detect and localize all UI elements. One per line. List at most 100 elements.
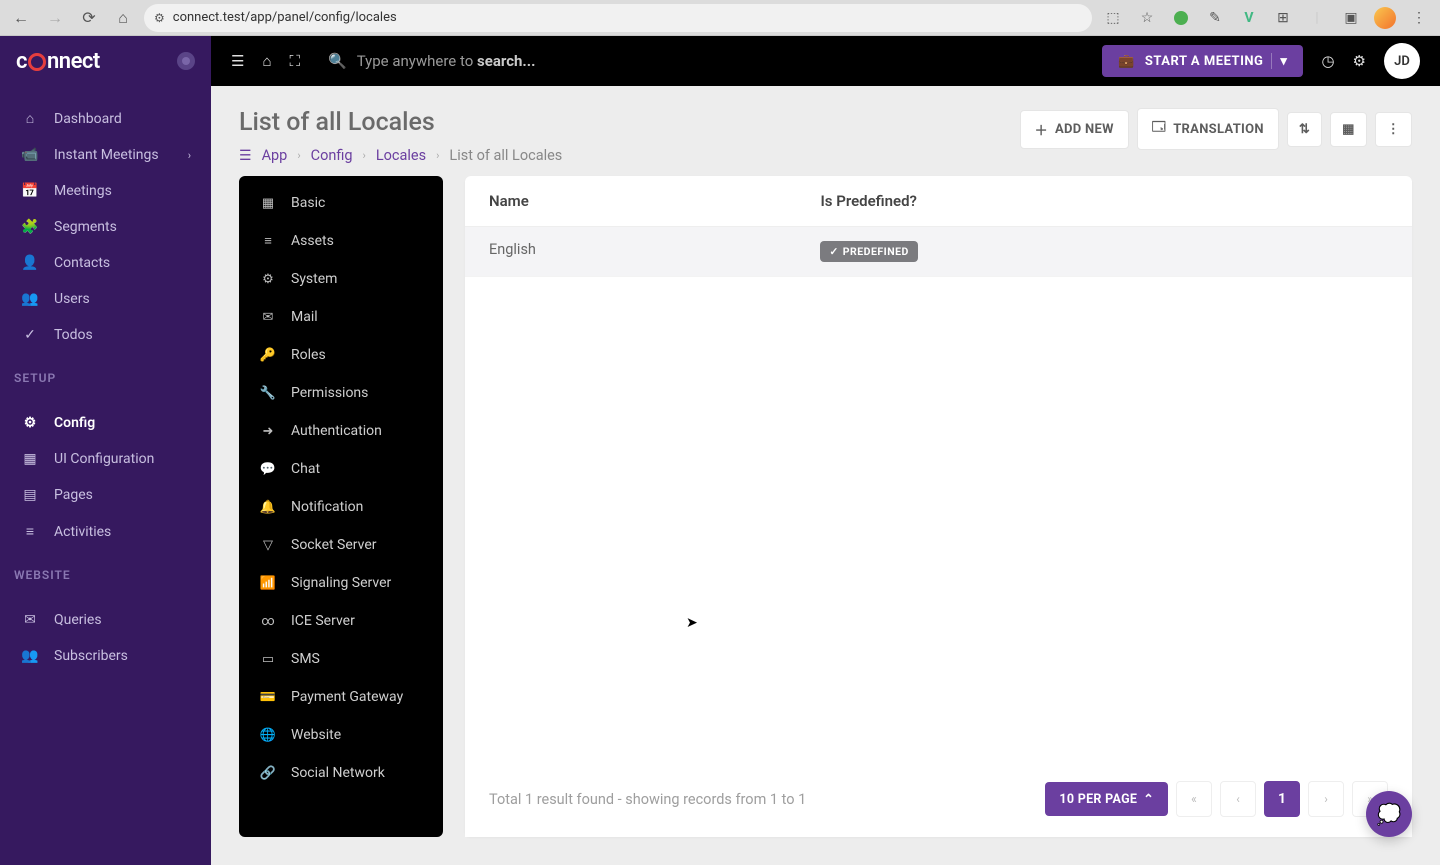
sidepanel-icon[interactable]: ▣ [1338,5,1364,31]
config-item-label: System [291,271,337,287]
page-first-button[interactable]: « [1176,781,1212,817]
sidebar-item-label: Activities [54,524,111,540]
config-item-notification[interactable]: 🔔Notification [239,488,443,526]
grid-view-button[interactable]: ▦ [1330,112,1367,147]
more-actions-button[interactable]: ⋮ [1375,112,1412,147]
mail-icon: ✉ [259,310,277,325]
sidebar-item-label: Segments [54,219,117,235]
page-prev-button[interactable]: ‹ [1220,781,1256,817]
config-item-roles[interactable]: 🔑Roles [239,336,443,374]
config-item-socket-server[interactable]: ▽Socket Server [239,526,443,564]
column-predefined-header: Is Predefined? [796,176,1412,226]
config-item-label: SMS [291,651,320,667]
divider-icon: | [1304,5,1330,31]
breadcrumb-app[interactable]: App [262,147,288,164]
breadcrumb-config[interactable]: Config [311,147,353,164]
config-item-authentication[interactable]: ➜Authentication [239,412,443,450]
sidebar-collapse-toggle[interactable] [177,52,195,70]
ice-server-icon: ∞ [259,614,277,629]
clock-icon[interactable]: ◷ [1321,52,1334,70]
sidebar-item-ui-configuration[interactable]: ▦ UI Configuration [0,441,211,477]
sidebar-item-contacts[interactable]: 👤Contacts [0,245,211,281]
sidebar-item-pages[interactable]: ▤Pages [0,477,211,513]
profile-avatar[interactable] [1372,5,1398,31]
payment-gateway-icon: 💳 [259,690,277,705]
config-item-label: ICE Server [291,613,355,629]
section-website-label: WEBSITE [0,550,211,588]
sidebar-item-todos[interactable]: ✓Todos [0,317,211,353]
sidebar-item-subscribers[interactable]: 👥 Subscribers [0,638,211,674]
fullscreen-icon[interactable]: ⛶ [290,52,301,70]
section-setup-label: SETUP [0,353,211,391]
translation-button[interactable]: 🗔 TRANSLATION [1137,108,1279,150]
config-item-payment-gateway[interactable]: 💳Payment Gateway [239,678,443,716]
sidebar-item-instant-meetings[interactable]: 📹Instant Meetings› [0,137,211,173]
sidebar-item-label: Queries [54,612,102,628]
add-new-label: ADD NEW [1055,122,1114,137]
settings-icon[interactable]: ⚙ [1353,52,1366,70]
table-row[interactable]: English✓PREDEFINED [465,227,1412,277]
browser-home-button[interactable]: ⌂ [110,5,136,31]
ui-configuration-icon: ▦ [20,451,40,467]
extensions-icon[interactable]: ⊞ [1270,5,1296,31]
permissions-icon: 🔧 [259,386,277,401]
sidebar-item-label: Dashboard [54,111,122,127]
start-meeting-button[interactable]: 💼 START A MEETING ▾ [1102,45,1303,77]
config-item-sms[interactable]: ▭SMS [239,640,443,678]
config-item-assets[interactable]: ≡Assets [239,222,443,260]
install-app-icon[interactable]: ⬚ [1100,5,1126,31]
config-item-social-network[interactable]: 🔗Social Network [239,754,443,792]
extension-icon-3[interactable]: V [1236,5,1262,31]
sidebar-item-segments[interactable]: 🧩Segments [0,209,211,245]
sidebar-item-label: Subscribers [54,648,128,664]
sidebar-item-users[interactable]: 👥Users [0,281,211,317]
brand-logo[interactable]: c nnect [16,49,100,74]
grid-icon: ▦ [1342,122,1355,137]
config-item-system[interactable]: ⚙System [239,260,443,298]
per-page-button[interactable]: 10 PER PAGE ⌃ [1045,782,1168,816]
chat-fab-button[interactable]: 💭 [1366,791,1412,837]
menu-icon[interactable]: ☰ [231,52,244,70]
extension-icon-2[interactable]: ✎ [1202,5,1228,31]
config-item-basic[interactable]: ▦Basic [239,184,443,222]
page-next-button[interactable]: › [1308,781,1344,817]
bookmark-icon[interactable]: ☆ [1134,5,1160,31]
browser-menu-icon[interactable]: ⋮ [1406,5,1432,31]
breadcrumb-menu-icon[interactable]: ☰ [239,148,252,164]
extension-icon-1[interactable] [1168,5,1194,31]
config-item-chat[interactable]: 💬Chat [239,450,443,488]
sidebar-item-meetings[interactable]: 📅Meetings [0,173,211,209]
sidebar-item-config[interactable]: ⚙Config [0,405,211,441]
sidebar-item-dashboard[interactable]: ⌂ Dashboard [0,100,211,137]
dashboard-icon: ⌂ [20,110,40,127]
breadcrumb-locales[interactable]: Locales [376,147,426,164]
sidebar-item-label: UI Configuration [54,451,154,467]
user-avatar[interactable]: JD [1384,43,1420,79]
sidebar-item-activities[interactable]: ≡ Activities [0,513,211,550]
config-item-signaling-server[interactable]: 📶Signaling Server [239,564,443,602]
global-search[interactable]: 🔍 Type anywhere to search... [318,52,1084,70]
plus-icon: ＋ [1035,120,1048,139]
browser-reload-button[interactable]: ⟳ [76,5,102,31]
page-number-button[interactable]: 1 [1264,781,1300,817]
config-item-permissions[interactable]: 🔧Permissions [239,374,443,412]
sidebar-item-queries[interactable]: ✉Queries [0,602,211,638]
config-item-mail[interactable]: ✉Mail [239,298,443,336]
activities-icon: ≡ [20,523,40,540]
add-new-button[interactable]: ＋ ADD NEW [1020,110,1129,149]
site-info-icon: ⚙ [154,11,165,25]
browser-forward-button[interactable]: → [42,5,68,31]
sort-button[interactable]: ⇅ [1287,112,1322,147]
per-page-label: 10 PER PAGE [1059,792,1137,807]
home-icon[interactable]: ⌂ [262,52,271,70]
website-icon: 🌐 [259,728,277,743]
config-item-ice-server[interactable]: ∞ ICE Server [239,602,443,640]
browser-back-button[interactable]: ← [8,5,34,31]
browser-url-bar[interactable]: ⚙ connect.test/app/panel/config/locales [144,4,1092,32]
subscribers-icon: 👥 [20,648,40,664]
config-item-label: Assets [291,233,334,249]
config-item-website[interactable]: 🌐Website [239,716,443,754]
notification-icon: 🔔 [259,500,277,515]
pagination: 10 PER PAGE ⌃ « ‹ 1 › » [1045,781,1388,817]
chevron-down-icon: ▾ [1280,54,1287,69]
